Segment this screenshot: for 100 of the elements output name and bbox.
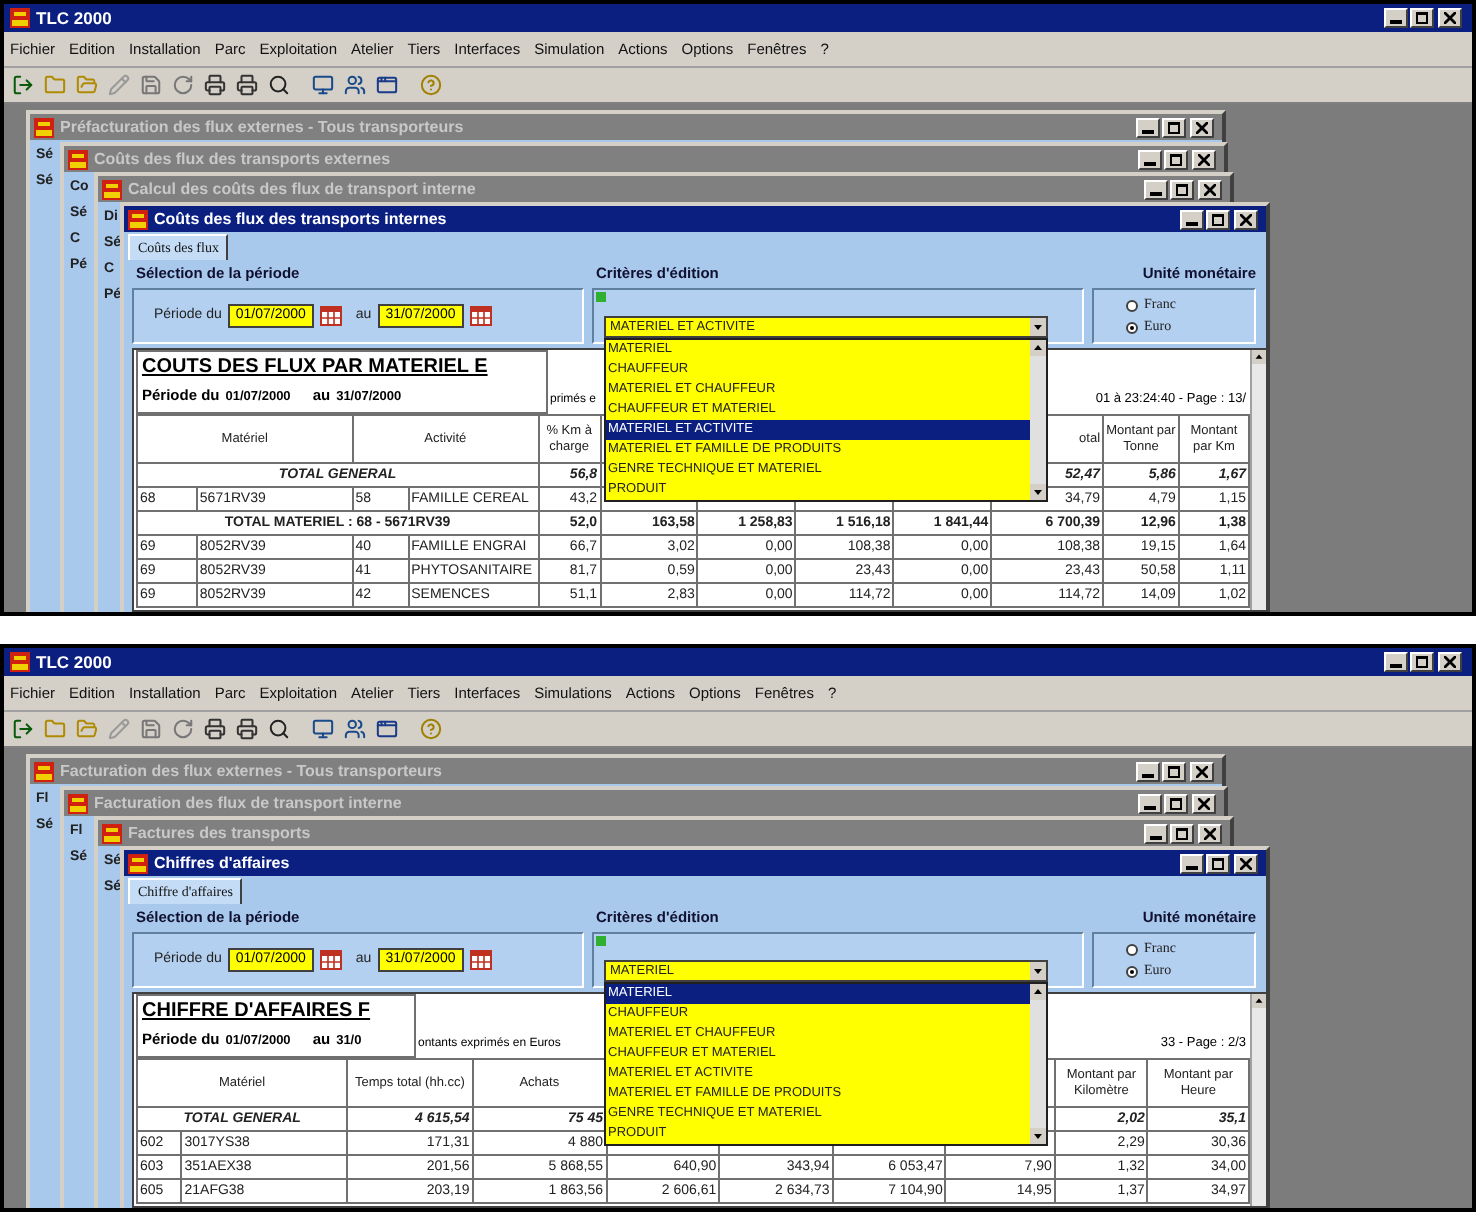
scrollbar[interactable]	[1250, 994, 1266, 1206]
scroll-up-icon[interactable]	[1030, 340, 1046, 356]
app-title: TLC 2000	[36, 649, 112, 675]
scrollbar[interactable]	[1030, 340, 1046, 500]
minimize-button[interactable]	[1136, 117, 1160, 137]
printer-icon[interactable]	[204, 74, 226, 96]
close-icon	[1240, 857, 1252, 869]
window-title: Factures des transports	[128, 821, 311, 845]
radio-button[interactable]	[1126, 965, 1138, 977]
maximize-icon	[1176, 827, 1188, 839]
monitor-icon[interactable]	[312, 74, 334, 96]
minimize-button[interactable]	[1138, 793, 1162, 813]
calendar-icon[interactable]	[319, 950, 342, 970]
minimize-button[interactable]	[1384, 8, 1408, 28]
maximize-icon	[1416, 656, 1428, 668]
app-logo-icon	[34, 761, 54, 781]
marker-icon	[596, 292, 606, 302]
close-button[interactable]	[1438, 652, 1462, 672]
calendar-icon[interactable]	[469, 950, 492, 970]
radio-button[interactable]	[1126, 321, 1138, 333]
close-icon	[1444, 12, 1456, 24]
report-title: CHIFFRE D'AFFAIRES F	[142, 998, 373, 1026]
maximize-button[interactable]	[1162, 761, 1186, 781]
search-icon[interactable]	[268, 74, 290, 96]
scroll-up-icon[interactable]	[1030, 984, 1046, 1000]
window-title: Calcul des coûts des flux de transport interne	[128, 177, 476, 201]
close-icon	[1444, 656, 1456, 668]
scroll-up-icon[interactable]	[1252, 350, 1266, 364]
window-title: Facturation des flux de transport interne	[94, 791, 402, 815]
save-icon[interactable]	[140, 718, 162, 740]
scroll-up-icon[interactable]	[1252, 994, 1266, 1008]
minimize-button[interactable]	[1138, 149, 1162, 169]
maximize-button[interactable]	[1410, 8, 1434, 28]
close-icon	[1240, 213, 1252, 225]
close-button[interactable]	[1190, 761, 1214, 781]
close-button[interactable]	[1192, 793, 1216, 813]
close-button[interactable]	[1190, 117, 1214, 137]
refresh-icon[interactable]	[172, 718, 194, 740]
app-logo-icon	[68, 149, 88, 169]
users-icon[interactable]	[344, 74, 366, 96]
close-icon	[1204, 827, 1216, 839]
app-logo-icon	[102, 179, 122, 199]
scroll-down-icon[interactable]	[1030, 1128, 1046, 1144]
exit-icon[interactable]	[12, 74, 34, 96]
scroll-down-icon[interactable]	[1030, 484, 1046, 500]
maximize-button[interactable]	[1170, 823, 1194, 843]
printer-icon[interactable]	[236, 718, 258, 740]
app-logo-icon	[102, 823, 122, 843]
minimize-button[interactable]	[1384, 652, 1408, 672]
printer-icon[interactable]	[236, 74, 258, 96]
close-icon	[1198, 153, 1210, 165]
close-button[interactable]	[1438, 8, 1462, 28]
printer-icon[interactable]	[204, 718, 226, 740]
maximize-icon	[1212, 857, 1224, 869]
refresh-icon[interactable]	[172, 74, 194, 96]
minimize-button[interactable]	[1180, 853, 1204, 873]
close-icon	[1196, 765, 1208, 777]
close-button[interactable]	[1198, 823, 1222, 843]
radio-button[interactable]	[1126, 943, 1138, 955]
scrollbar[interactable]	[1250, 350, 1266, 610]
close-icon	[1204, 183, 1216, 195]
app-logo-icon	[68, 793, 88, 813]
maximize-button[interactable]	[1170, 179, 1194, 199]
window-title: Facturation des flux externes - Tous transporteurs	[60, 759, 443, 783]
window-title: Chiffres d'affaires	[154, 851, 290, 875]
app-logo-icon	[10, 8, 30, 28]
marker-icon	[596, 936, 606, 946]
maximize-button[interactable]	[1164, 793, 1188, 813]
radio-button[interactable]	[1126, 299, 1138, 311]
app-title: TLC 2000	[36, 5, 112, 31]
close-button[interactable]	[1234, 853, 1258, 873]
window-title: Coûts des flux des transports internes	[154, 207, 447, 231]
maximize-icon	[1170, 797, 1182, 809]
minimize-button[interactable]	[1144, 823, 1168, 843]
maximize-icon	[1168, 765, 1180, 777]
maximize-icon	[1176, 183, 1188, 195]
exit-icon[interactable]	[12, 718, 34, 740]
minimize-button[interactable]	[1144, 179, 1168, 199]
maximize-button[interactable]	[1162, 117, 1186, 137]
window-icon[interactable]	[376, 718, 398, 740]
close-button[interactable]	[1234, 209, 1258, 229]
window-icon[interactable]	[376, 74, 398, 96]
minimize-button[interactable]	[1136, 761, 1160, 781]
calendar-icon[interactable]	[319, 306, 342, 326]
calendar-icon[interactable]	[469, 306, 492, 326]
close-button[interactable]	[1192, 149, 1216, 169]
app-logo-icon	[34, 117, 54, 137]
scrollbar[interactable]	[1030, 984, 1046, 1144]
save-icon[interactable]	[140, 74, 162, 96]
monitor-icon[interactable]	[312, 718, 334, 740]
maximize-button[interactable]	[1206, 853, 1230, 873]
close-button[interactable]	[1198, 179, 1222, 199]
search-icon[interactable]	[268, 718, 290, 740]
maximize-button[interactable]	[1164, 149, 1188, 169]
window-title: Coûts des flux des transports externes	[94, 147, 391, 171]
maximize-button[interactable]	[1206, 209, 1230, 229]
minimize-button[interactable]	[1180, 209, 1204, 229]
maximize-button[interactable]	[1410, 652, 1434, 672]
maximize-icon	[1170, 153, 1182, 165]
users-icon[interactable]	[344, 718, 366, 740]
